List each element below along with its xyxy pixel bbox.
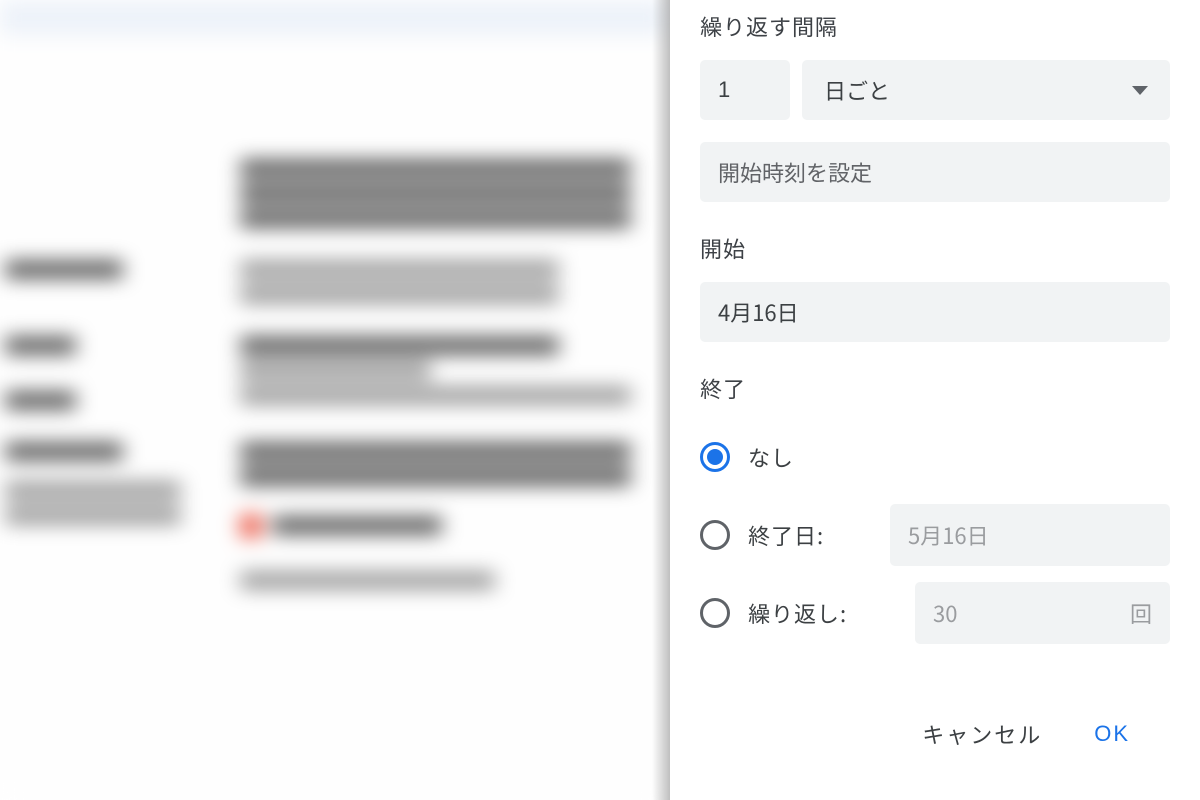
start-date-field[interactable]: 4月16日: [700, 282, 1170, 342]
interval-number-input[interactable]: [700, 60, 790, 120]
dialog-buttons: キャンセル OK: [700, 710, 1170, 758]
cancel-button[interactable]: キャンセル: [922, 710, 1042, 758]
interval-unit-value: 日ごと: [824, 74, 890, 106]
end-date-field[interactable]: 5月16日: [890, 504, 1170, 566]
panel-shadow: [652, 0, 672, 800]
radio-icon: [700, 598, 730, 628]
start-date-value: 4月16日: [718, 296, 799, 328]
end-radio-group: なし 終了日: 5月16日 繰り返し: 30 回: [700, 422, 1170, 656]
end-date-value: 5月16日: [908, 519, 989, 551]
background-blurred: [0, 0, 665, 800]
ok-button[interactable]: OK: [1094, 710, 1130, 758]
start-time-field[interactable]: 開始時刻を設定: [700, 142, 1170, 202]
end-count-unit: 回: [1130, 597, 1152, 629]
start-label: 開始: [700, 232, 1170, 264]
end-on-date-label: 終了日:: [748, 519, 824, 551]
interval-row: 日ごと: [700, 60, 1170, 120]
end-count-field[interactable]: 30 回: [915, 582, 1170, 644]
start-time-placeholder: 開始時刻を設定: [718, 156, 872, 188]
interval-label: 繰り返す間隔: [700, 10, 1170, 42]
radio-icon: [700, 520, 730, 550]
end-after-label: 繰り返し:: [748, 597, 847, 629]
end-option-none[interactable]: なし: [700, 422, 1170, 492]
chevron-down-icon: [1132, 86, 1148, 95]
radio-icon: [700, 442, 730, 472]
end-label: 終了: [700, 372, 1170, 404]
interval-unit-select[interactable]: 日ごと: [802, 60, 1170, 120]
end-option-on-date[interactable]: 終了日: 5月16日: [700, 500, 1170, 570]
recurrence-panel: 繰り返す間隔 日ごと 開始時刻を設定 開始 4月16日 終了 なし 終了日: 5…: [670, 0, 1200, 800]
end-option-after-count[interactable]: 繰り返し: 30 回: [700, 578, 1170, 648]
end-none-label: なし: [748, 441, 794, 473]
end-count-value: 30: [933, 597, 957, 629]
